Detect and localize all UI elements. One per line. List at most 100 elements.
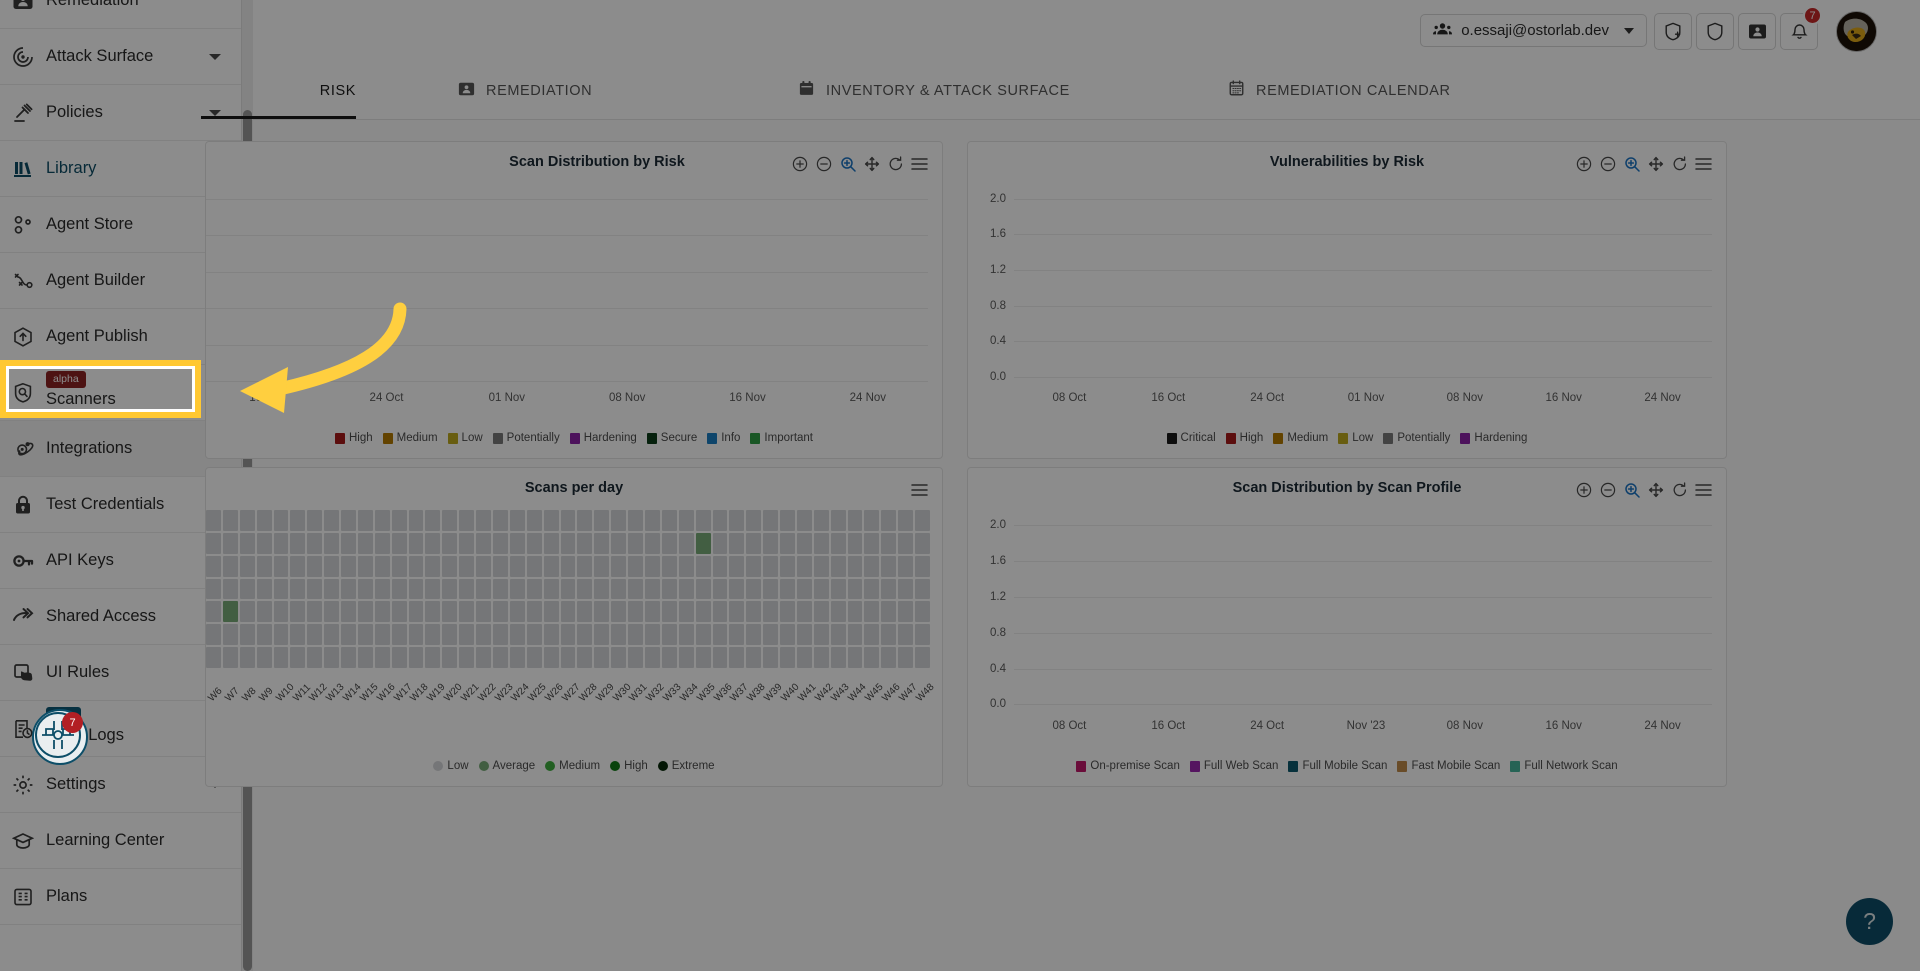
- heatmap-cell[interactable]: [780, 624, 795, 646]
- heatmap-cell[interactable]: [813, 510, 829, 531]
- panning-icon[interactable]: [1647, 155, 1664, 172]
- heatmap-cell[interactable]: [661, 555, 677, 577]
- sidebar-item-remediation[interactable]: Remediation: [0, 0, 241, 29]
- heatmap-cell[interactable]: [594, 578, 610, 600]
- selection-zoom-icon[interactable]: [1623, 481, 1640, 498]
- heatmap-cell[interactable]: [763, 555, 779, 577]
- heatmap-cell[interactable]: [729, 532, 745, 554]
- heatmap-cell[interactable]: [509, 555, 525, 577]
- legend-item[interactable]: Potentially: [492, 432, 560, 444]
- legend-item[interactable]: On-premise Scan: [1076, 760, 1180, 772]
- reset-zoom-icon[interactable]: [1671, 155, 1688, 172]
- heatmap-cell[interactable]: [324, 532, 340, 554]
- heatmap-cell[interactable]: [425, 510, 441, 531]
- heatmap-cell[interactable]: [796, 624, 812, 646]
- help-button[interactable]: ?: [1846, 898, 1893, 945]
- heatmap-cell[interactable]: [611, 624, 627, 646]
- heatmap-cell[interactable]: [594, 532, 610, 554]
- heatmap-cell[interactable]: [644, 532, 660, 554]
- heatmap-cell[interactable]: [509, 532, 525, 554]
- heatmap-cell[interactable]: [678, 578, 694, 600]
- chevron-down-icon[interactable]: [209, 53, 221, 60]
- heatmap-cell[interactable]: [628, 578, 643, 600]
- heatmap-cell[interactable]: [391, 532, 407, 554]
- heatmap-cell[interactable]: [881, 578, 897, 600]
- heatmap-cell[interactable]: [526, 510, 542, 531]
- heatmap-cell[interactable]: [796, 578, 812, 600]
- heatmap-cell[interactable]: [577, 532, 593, 554]
- zoom-out-icon[interactable]: [1599, 155, 1616, 172]
- heatmap-cell[interactable]: [813, 624, 829, 646]
- heatmap-cell[interactable]: [628, 555, 643, 577]
- heatmap-cell[interactable]: [644, 578, 660, 600]
- legend-item[interactable]: Info: [707, 432, 740, 444]
- heatmap-cell[interactable]: [695, 555, 711, 577]
- heatmap-cell[interactable]: [408, 601, 424, 623]
- heatmap-cell[interactable]: [509, 578, 525, 600]
- heatmap-cell[interactable]: [256, 601, 272, 623]
- heatmap-cell[interactable]: [273, 532, 289, 554]
- heatmap-cell[interactable]: [543, 624, 559, 646]
- heatmap-cell[interactable]: [611, 555, 627, 577]
- heatmap-cell[interactable]: [442, 578, 458, 600]
- heatmap-cell[interactable]: [898, 532, 914, 554]
- zoom-in-icon[interactable]: [1575, 481, 1592, 498]
- heatmap-cell[interactable]: [695, 601, 711, 623]
- ticket-icon-button[interactable]: [1738, 13, 1776, 50]
- heatmap-cell[interactable]: [796, 532, 812, 554]
- heatmap-cell[interactable]: [493, 601, 508, 623]
- heatmap-cell[interactable]: [526, 578, 542, 600]
- heatmap-cell[interactable]: [374, 601, 390, 623]
- legend-item[interactable]: Medium: [382, 432, 438, 444]
- heatmap-cell[interactable]: [239, 624, 255, 646]
- heatmap-cell[interactable]: [881, 510, 897, 531]
- heatmap-cell[interactable]: [628, 624, 643, 646]
- heatmap-cell[interactable]: [763, 624, 779, 646]
- heatmap-cell[interactable]: [543, 510, 559, 531]
- heatmap-cell[interactable]: [239, 578, 255, 600]
- heatmap-cell[interactable]: [341, 510, 356, 531]
- tab-remediation-calendar[interactable]: REMEDIATION CALENDAR: [1228, 62, 1451, 119]
- heatmap-cell[interactable]: [881, 555, 897, 577]
- heatmap-cell[interactable]: [577, 510, 593, 531]
- heatmap-cell[interactable]: [628, 601, 643, 623]
- heatmap-cell[interactable]: [526, 601, 542, 623]
- heatmap-cell[interactable]: [898, 624, 914, 646]
- legend-item[interactable]: Potentially: [1383, 432, 1450, 444]
- heatmap-cell[interactable]: [780, 601, 795, 623]
- heatmap-cell[interactable]: [374, 555, 390, 577]
- heatmap-cell[interactable]: [493, 555, 508, 577]
- heatmap-cell[interactable]: [830, 601, 846, 623]
- heatmap-cell[interactable]: [459, 532, 475, 554]
- heatmap-cell[interactable]: [341, 601, 356, 623]
- heatmap-cell[interactable]: [543, 555, 559, 577]
- heatmap-cell[interactable]: [577, 578, 593, 600]
- heatmap-cell[interactable]: [290, 532, 306, 554]
- heatmap-cell[interactable]: [290, 578, 306, 600]
- heatmap-cell[interactable]: [459, 510, 475, 531]
- heatmap-cell[interactable]: [543, 532, 559, 554]
- heatmap-cell[interactable]: [780, 532, 795, 554]
- heatmap-cell[interactable]: [374, 578, 390, 600]
- heatmap-cell[interactable]: [442, 624, 458, 646]
- sidebar-item-plans[interactable]: Plans: [0, 869, 241, 925]
- heatmap-cell[interactable]: [881, 601, 897, 623]
- heatmap-cell[interactable]: [830, 510, 846, 531]
- heatmap-cell[interactable]: [661, 624, 677, 646]
- tab-inventory-attack-surface[interactable]: INVENTORY & ATTACK SURFACE: [798, 62, 1070, 119]
- heatmap-cell[interactable]: [391, 555, 407, 577]
- heatmap-cell[interactable]: [560, 601, 576, 623]
- heatmap-cell[interactable]: [408, 578, 424, 600]
- heatmap-cell[interactable]: [459, 555, 475, 577]
- heatmap-cell[interactable]: [357, 624, 373, 646]
- heatmap-cell[interactable]: [746, 624, 762, 646]
- heatmap-cell[interactable]: [290, 601, 306, 623]
- heatmap-cell[interactable]: [644, 624, 660, 646]
- heatmap-cell[interactable]: [509, 510, 525, 531]
- heatmap-cell[interactable]: [729, 578, 745, 600]
- heatmap-cell[interactable]: [661, 532, 677, 554]
- heatmap-cell[interactable]: [290, 510, 306, 531]
- legend-item[interactable]: Full Web Scan: [1189, 760, 1278, 772]
- heatmap-cell[interactable]: [425, 624, 441, 646]
- heatmap-cell[interactable]: [273, 601, 289, 623]
